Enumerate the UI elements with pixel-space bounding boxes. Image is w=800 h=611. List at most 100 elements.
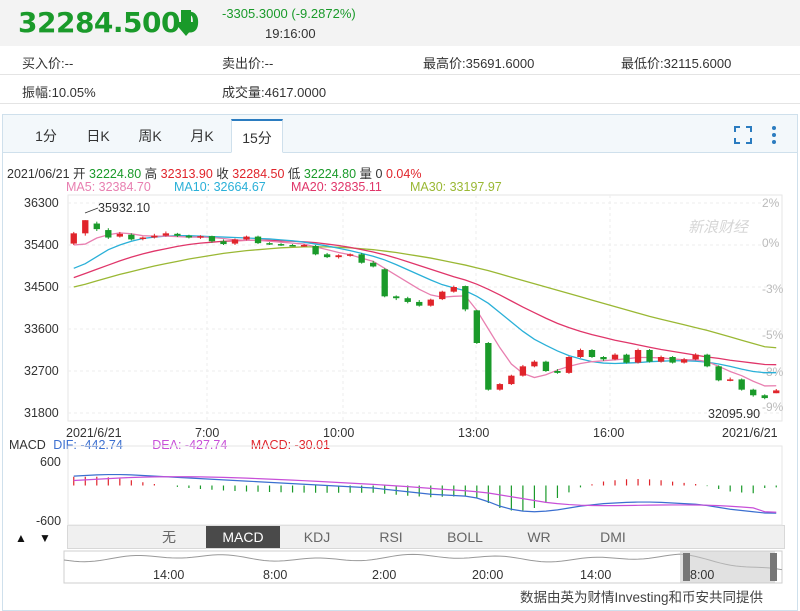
candle-body — [761, 395, 768, 399]
candle-body — [646, 350, 653, 362]
candle-body — [116, 233, 123, 237]
candle-body — [669, 357, 676, 363]
candle-body — [416, 301, 423, 306]
high-annotation: 35932.10 — [98, 201, 150, 215]
dea-line — [73, 476, 777, 513]
x-tick-label: 2021/6/21 — [66, 426, 122, 440]
candle-body — [404, 298, 411, 302]
navigator-time-label: 14:00 — [580, 568, 611, 582]
pct-tick-label: 2% — [762, 196, 780, 210]
candle-body — [93, 223, 100, 230]
candle-body — [542, 361, 550, 371]
macd-ytick-bottom: -600 — [36, 514, 61, 528]
ma5-line — [73, 232, 777, 387]
candle-body — [300, 245, 308, 247]
pct-axis-labels: 2% 0% -3% -5% -8% -9% — [762, 196, 784, 414]
candle-body — [519, 366, 527, 376]
y-axis-labels: 36300 35400 34500 33600 32700 31800 — [24, 196, 59, 420]
pct-tick-label: -3% — [762, 282, 784, 296]
candle-body — [692, 354, 699, 360]
candle-body — [634, 350, 642, 363]
x-tick-label: 10:00 — [323, 426, 354, 440]
dif-line — [73, 473, 777, 514]
candle-body — [473, 310, 480, 343]
candle-body — [600, 357, 607, 360]
pct-tick-label: -9% — [762, 400, 784, 414]
candle-body — [105, 230, 112, 238]
candle-body — [128, 234, 135, 240]
ma30-line — [73, 246, 777, 349]
candle-body — [381, 269, 388, 297]
candle-body — [139, 237, 147, 240]
candle-body — [393, 296, 400, 299]
candle-body — [208, 236, 216, 242]
candle-body — [773, 390, 780, 394]
candle-body — [323, 254, 331, 258]
navigator-handle-right — [770, 553, 777, 581]
annotations: 35932.10 32095.90 — [84, 201, 760, 421]
candle-body — [738, 379, 745, 390]
candle-body — [427, 299, 434, 306]
kline-chart: 新浪财经 36300 35400 34500 33600 32700 31800 2% 0%… — [24, 194, 784, 584]
candle-body — [70, 233, 77, 244]
moving-averages — [73, 232, 777, 387]
navigator-time-label: 20:00 — [472, 568, 503, 582]
candle-body — [335, 255, 342, 258]
candle-body — [289, 245, 296, 247]
annotation-pointer — [84, 207, 99, 214]
navigator-time-label: 8:00 — [263, 568, 287, 582]
y-tick-label: 34500 — [24, 280, 59, 294]
candle-body — [231, 239, 239, 244]
pct-tick-label: -8% — [762, 365, 784, 379]
candle-body — [151, 235, 158, 238]
candle-body — [370, 262, 377, 267]
candle-body — [508, 375, 515, 385]
navigator: 14:00 8:00 2:00 20:00 14:00 8:00 — [63, 550, 783, 584]
candle-body — [174, 233, 181, 236]
candle-body — [220, 241, 227, 245]
candle-body — [611, 354, 619, 360]
chart-grid — [67, 194, 783, 422]
candle-body — [82, 220, 89, 234]
data-source-footer: 数据由英为财情Investing和币安共同提供 — [520, 590, 764, 605]
candle-body — [623, 354, 630, 363]
candle-body — [162, 233, 170, 236]
candle-body — [462, 286, 469, 310]
candle-body — [485, 343, 492, 390]
candle-body — [185, 235, 193, 238]
x-axis-labels: 2021/6/21 7:00 10:00 13:00 16:00 2021/6/21 — [66, 426, 778, 440]
navigator-time-label: 14:00 — [153, 568, 184, 582]
x-tick-label: 7:00 — [195, 426, 219, 440]
candle-body — [346, 254, 354, 256]
y-tick-label: 31800 — [24, 406, 59, 420]
y-tick-label: 32700 — [24, 364, 59, 378]
candle-body — [450, 287, 457, 292]
candle-body — [554, 371, 561, 373]
candle-body — [243, 236, 250, 240]
plot-frame — [67, 194, 783, 422]
pct-tick-label: -5% — [762, 328, 784, 342]
macd-chart: 600 -600 — [36, 445, 783, 528]
watermark-logo: 新浪财经 — [688, 219, 750, 236]
candle-body — [750, 389, 757, 396]
candle-body — [312, 245, 319, 255]
candle-body — [727, 379, 734, 381]
candle-body — [197, 236, 204, 238]
ma20-line — [73, 239, 777, 366]
x-tick-label: 16:00 — [593, 426, 624, 440]
navigator-time-label: 8:00 — [690, 568, 714, 582]
candle-body — [496, 384, 504, 390]
candle-body — [703, 354, 711, 367]
macd-frame — [67, 445, 783, 526]
y-tick-label: 36300 — [24, 196, 59, 210]
navigator-time-label: 2:00 — [372, 568, 396, 582]
candle-body — [531, 361, 538, 367]
ma10-line — [73, 235, 777, 374]
x-tick-label: 2021/6/21 — [722, 426, 778, 440]
candle-body — [439, 291, 446, 300]
pct-tick-label: 0% — [762, 236, 780, 250]
candle-body — [577, 350, 584, 357]
candle-body — [266, 243, 273, 245]
candle-body — [715, 366, 722, 381]
y-tick-label: 35400 — [24, 238, 59, 252]
